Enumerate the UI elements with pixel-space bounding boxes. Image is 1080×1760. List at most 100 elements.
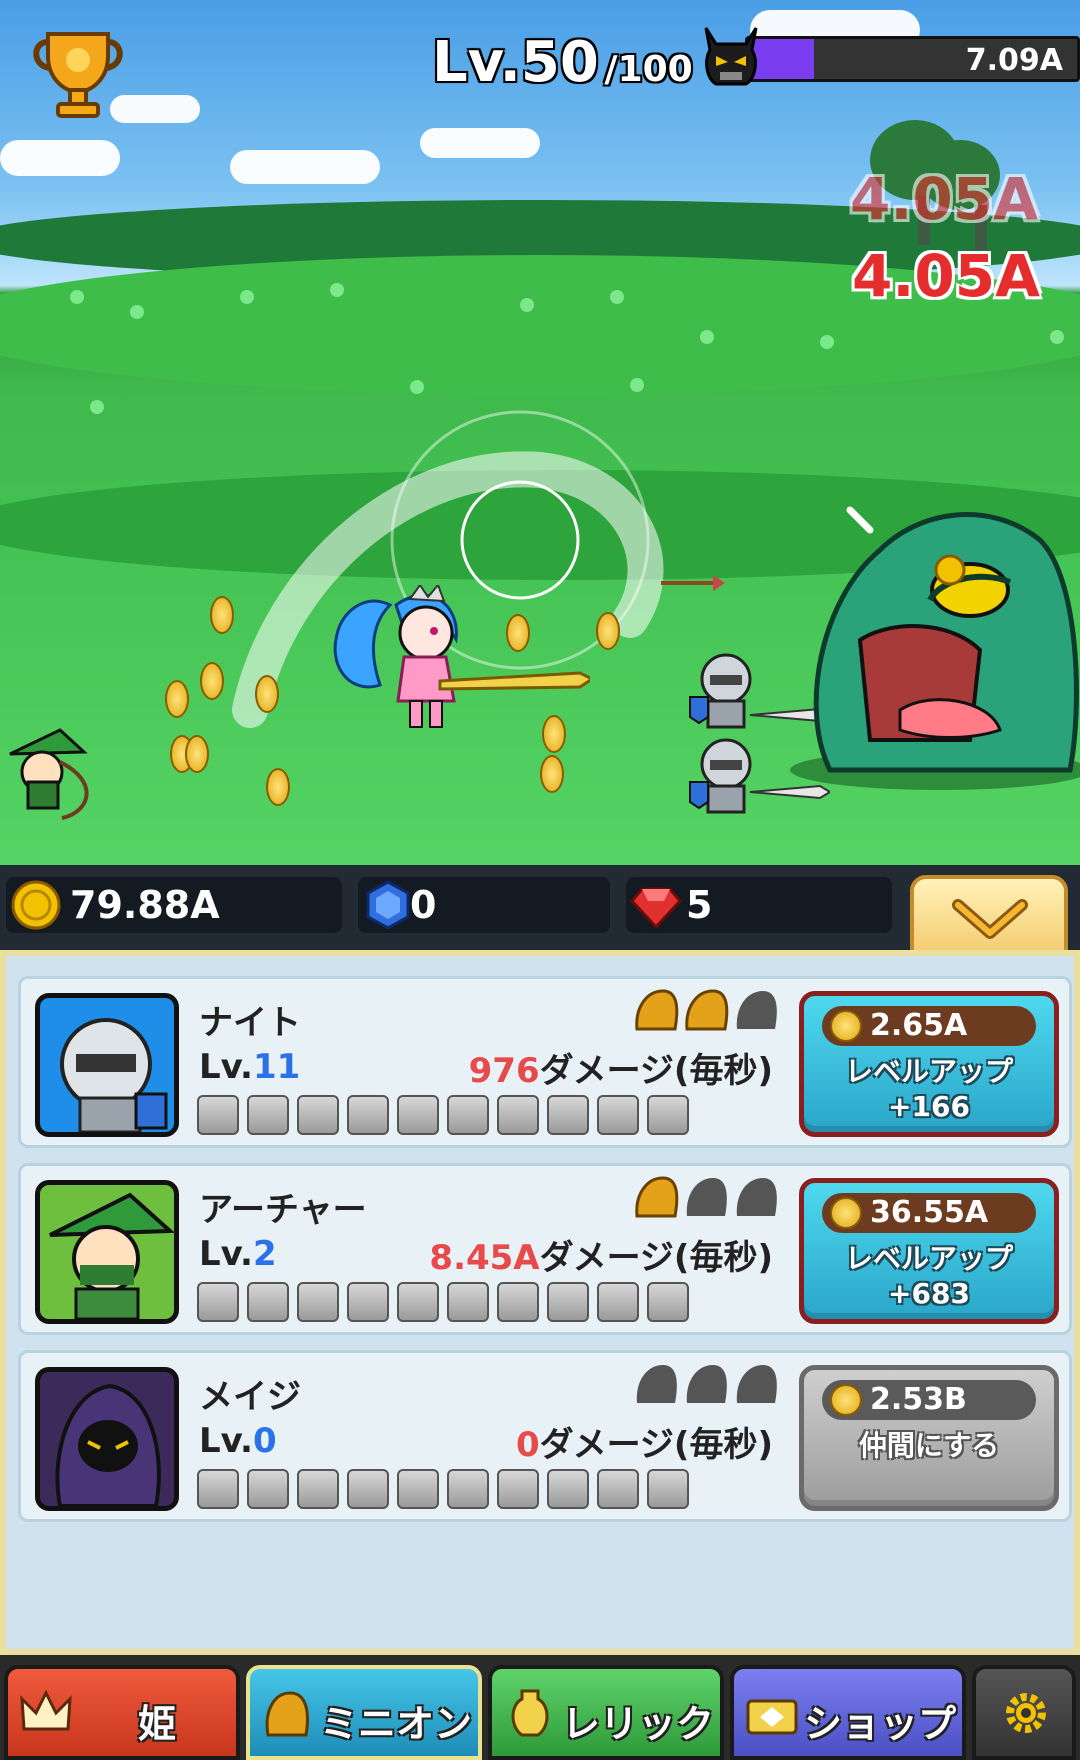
- dps-value: 0: [515, 1425, 540, 1465]
- skill-slot[interactable]: [197, 1095, 239, 1135]
- skill-slot[interactable]: [647, 1469, 689, 1509]
- skill-slot[interactable]: [597, 1282, 639, 1322]
- level-up-button[interactable]: 2.65A レベルアップ +166: [799, 991, 1059, 1137]
- helmet-icon-empty: [686, 1178, 727, 1216]
- skill-slot[interactable]: [597, 1095, 639, 1135]
- minion-name: ナイト: [199, 1003, 301, 1043]
- tab-relic[interactable]: レリック: [488, 1665, 724, 1760]
- level-up-button[interactable]: 36.55A レベルアップ +683: [799, 1178, 1059, 1324]
- skill-slot[interactable]: [397, 1469, 439, 1509]
- skill-slot[interactable]: [397, 1095, 439, 1135]
- tab-minion[interactable]: ミニオン: [246, 1665, 482, 1760]
- dps-value: 976: [468, 1051, 540, 1091]
- level-number: 11: [252, 1047, 301, 1087]
- minion-level: Lv.0: [199, 1421, 277, 1461]
- flower-dot: [90, 400, 104, 414]
- skill-slot[interactable]: [297, 1095, 339, 1135]
- gold-coin[interactable]: [596, 612, 620, 650]
- gold-coin[interactable]: [165, 680, 189, 718]
- arrow-projectile: [661, 575, 725, 591]
- skill-slots: [197, 1095, 689, 1135]
- skill-slots: [197, 1282, 689, 1322]
- skill-slot[interactable]: [497, 1095, 539, 1135]
- chevron-down-icon: [952, 899, 1028, 939]
- archer-portrait: [35, 1180, 179, 1324]
- skill-slot[interactable]: [297, 1282, 339, 1322]
- skill-slot[interactable]: [547, 1469, 589, 1509]
- gear-icon: [1006, 1693, 1046, 1733]
- blue-gem-amount: 0: [410, 883, 437, 927]
- recruit-button[interactable]: 2.53B 仲間にする: [799, 1365, 1059, 1511]
- tab-princess[interactable]: 姫: [4, 1665, 240, 1760]
- flower-dot: [630, 378, 644, 392]
- button-bonus: +683: [888, 1277, 970, 1310]
- skill-slot[interactable]: [547, 1282, 589, 1322]
- ruby-icon: [630, 887, 682, 930]
- level-label: Lv.: [432, 30, 521, 95]
- trophy-icon[interactable]: [28, 22, 128, 122]
- tab-shop[interactable]: ショップ: [730, 1665, 966, 1760]
- price-tag: 36.55A: [822, 1193, 1036, 1233]
- gold-coin-icon: [11, 880, 61, 930]
- battle-scene[interactable]: Lv.50 /100 7.09A 4.05A 4.05A: [0, 0, 1080, 865]
- helmet-icon: [265, 1691, 309, 1737]
- skill-slot[interactable]: [447, 1095, 489, 1135]
- gold-coin[interactable]: [185, 735, 209, 773]
- skill-slot[interactable]: [347, 1282, 389, 1322]
- tab-label: ショップ: [804, 1702, 957, 1746]
- minion-panel: ナイト Lv.11 976ダメージ(毎秒) 2.65A レベルアップ +166 …: [0, 950, 1080, 1655]
- flower-dot: [1050, 330, 1064, 344]
- archer-character: [9, 728, 89, 820]
- dps-value: 8.45A: [429, 1238, 540, 1278]
- gold-coin[interactable]: [210, 596, 234, 634]
- skill-slot[interactable]: [397, 1282, 439, 1322]
- tab-label: レリック: [562, 1702, 715, 1746]
- skill-slot[interactable]: [647, 1095, 689, 1135]
- skill-slot[interactable]: [247, 1469, 289, 1509]
- level-value: 50: [520, 30, 599, 95]
- blue-gem-counter: 0: [358, 877, 610, 933]
- skill-slot[interactable]: [497, 1282, 539, 1322]
- helmet-icon-filled: [685, 989, 729, 1031]
- skill-slot[interactable]: [597, 1469, 639, 1509]
- gold-coin[interactable]: [255, 675, 279, 713]
- slime-monster-enemy[interactable]: [790, 470, 1080, 790]
- button-bonus: +166: [888, 1090, 970, 1123]
- gold-coin[interactable]: [266, 768, 290, 806]
- helmet-icon-empty: [736, 1178, 777, 1216]
- flower-dot: [70, 290, 84, 304]
- gold-coin[interactable]: [540, 755, 564, 793]
- level-prefix: Lv.: [199, 1421, 253, 1461]
- button-label: 仲間にする: [858, 1429, 1000, 1462]
- skill-slot[interactable]: [197, 1282, 239, 1322]
- mage-portrait: [35, 1367, 179, 1511]
- skill-slot[interactable]: [197, 1469, 239, 1509]
- dps-suffix: ダメージ(毎秒): [539, 1238, 773, 1278]
- helmet-icon-empty: [686, 1365, 727, 1403]
- skill-slot[interactable]: [347, 1469, 389, 1509]
- skill-slot[interactable]: [247, 1095, 289, 1135]
- settings-button[interactable]: [972, 1665, 1076, 1760]
- gold-amount: 79.88A: [70, 883, 220, 927]
- skill-slot[interactable]: [247, 1282, 289, 1322]
- button-label: レベルアップ: [844, 1242, 1013, 1275]
- helmet-icon-empty: [736, 1365, 777, 1403]
- flower-dot: [700, 330, 714, 344]
- skill-slot[interactable]: [497, 1469, 539, 1509]
- skill-slot[interactable]: [347, 1095, 389, 1135]
- gold-coin[interactable]: [200, 662, 224, 700]
- star-rating: [629, 1357, 779, 1409]
- gold-coin-icon: [830, 1384, 862, 1416]
- red-gem-counter: 5: [626, 877, 892, 933]
- minion-level: Lv.2: [199, 1234, 277, 1274]
- skill-slot[interactable]: [297, 1469, 339, 1509]
- skill-slot[interactable]: [447, 1282, 489, 1322]
- price-value: 2.65A: [870, 1008, 968, 1043]
- boss-hp-text: 7.09A: [965, 43, 1063, 78]
- flower-dot: [410, 380, 424, 394]
- skill-slot[interactable]: [547, 1095, 589, 1135]
- skill-slot[interactable]: [447, 1469, 489, 1509]
- skill-slot[interactable]: [647, 1282, 689, 1322]
- red-gem-amount: 5: [686, 883, 713, 927]
- knight-portrait: [35, 993, 179, 1137]
